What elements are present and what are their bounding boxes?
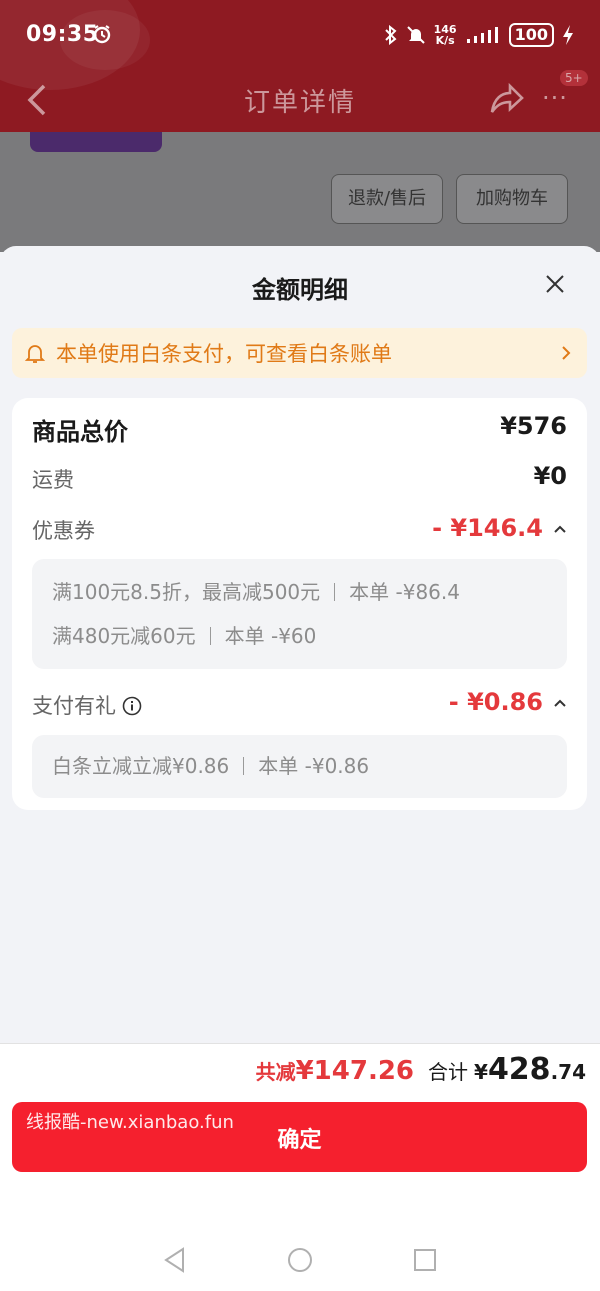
share-icon[interactable] (488, 82, 524, 116)
baitiao-notice[interactable]: 本单使用白条支付，可查看白条账单 (12, 328, 587, 378)
pay-gift-row: 支付有礼 (32, 690, 142, 720)
alarm-icon (93, 25, 111, 44)
total-value: ¥428.74 (474, 1052, 586, 1087)
status-icons: 146 K/s 100 (384, 20, 574, 50)
status-time: 09:35 (26, 22, 99, 47)
pay-gift-rule: 白条立减立减¥0.86 (52, 754, 230, 778)
system-navigation-bar (0, 1236, 600, 1286)
more-menu-icon[interactable]: ··· (542, 84, 568, 112)
coupon-row-toggle[interactable]: - ¥146.4 (432, 514, 567, 542)
coupon-detail-box: 满100元8.5折，最高减500元 本单 -¥86.4 满480元减60元 本单 -… (32, 559, 567, 669)
notice-text: 本单使用白条支付，可查看白条账单 (56, 342, 392, 366)
total-summary: 共减 ¥147.26 合计 ¥428.74 (256, 1052, 586, 1087)
pay-gift-label: 支付有礼 (32, 694, 116, 718)
pay-gift-value: - ¥0.86 (448, 688, 543, 716)
separator (209, 627, 211, 645)
info-icon[interactable] (122, 696, 142, 716)
coupon-rule: 满100元8.5折，最高减500元 (52, 580, 321, 604)
network-speed-unit: K/s (435, 34, 455, 47)
add-to-cart-button: 加购物车 (456, 174, 568, 224)
total-label: 合计 (428, 1060, 469, 1084)
refund-button: 退款/售后 (331, 174, 443, 224)
confirm-label: 确定 (277, 1128, 322, 1153)
battery-level: 100 (508, 23, 554, 47)
total-currency: ¥ (474, 1060, 488, 1084)
close-icon[interactable] (543, 272, 567, 296)
shipping-label: 运费 (32, 468, 74, 492)
coupon-value: - ¥146.4 (432, 514, 543, 542)
coupon-detail-line: 满480元减60元 本单 -¥60 (52, 614, 547, 658)
product-thumbnail (30, 132, 162, 152)
goods-total-value: ¥576 (500, 412, 567, 440)
bluetooth-icon (384, 25, 397, 45)
amount-detail-sheet: 金额明细 本单使用白条支付，可查看白条账单 商品总价 ¥576 运费 ¥0 优惠… (0, 246, 600, 1046)
coupon-amount: 本单 -¥60 (224, 624, 317, 648)
chevron-right-icon (562, 346, 571, 360)
total-integer: 428 (487, 1052, 551, 1087)
pay-gift-detail-box: 白条立减立减¥0.86 本单 -¥0.86 (32, 735, 567, 798)
system-back-icon[interactable] (161, 1246, 189, 1274)
amount-card: 商品总价 ¥576 运费 ¥0 优惠券 - ¥146.4 满100元8.5折，最… (12, 398, 587, 810)
coupon-amount: 本单 -¥86.4 (349, 580, 460, 604)
confirm-button[interactable]: 线报酷-new.xianbao.fun 确定 (12, 1102, 587, 1172)
charging-icon (563, 25, 573, 45)
pay-gift-amount: 本单 -¥0.86 (258, 754, 370, 778)
pay-gift-detail-line: 白条立减立减¥0.86 本单 -¥0.86 (52, 744, 547, 788)
coupon-detail-line: 满100元8.5折，最高减500元 本单 -¥86.4 (52, 570, 547, 614)
mute-bell-icon (406, 26, 425, 44)
network-speed: 146 K/s (434, 24, 457, 46)
total-decimal: .74 (550, 1060, 586, 1084)
system-recents-icon[interactable] (411, 1246, 439, 1274)
navigation-bar: 订单详情 ··· 5+ (0, 70, 600, 132)
saved-label: 共减 (255, 1060, 296, 1084)
pay-gift-row-toggle[interactable]: - ¥0.86 (449, 688, 567, 716)
signal-icon (466, 27, 498, 43)
saved-value: ¥147.26 (295, 1056, 415, 1086)
separator (334, 583, 336, 601)
header-background: 09:35 146 K/s 100 订单详情 ··· 5+ (0, 0, 600, 132)
notification-badge: 5+ (560, 70, 588, 86)
chevron-up-icon (554, 699, 566, 707)
bell-icon (24, 345, 46, 363)
coupon-label: 优惠券 (32, 519, 95, 543)
separator (243, 757, 245, 775)
goods-total-label: 商品总价 (32, 418, 128, 446)
system-home-icon[interactable] (286, 1246, 314, 1274)
coupon-rule: 满480元减60元 (52, 624, 196, 648)
sheet-title: 金额明细 (252, 276, 348, 304)
status-bar: 09:35 146 K/s 100 (0, 0, 600, 70)
shipping-value: ¥0 (533, 462, 567, 490)
chevron-up-icon (554, 525, 566, 533)
